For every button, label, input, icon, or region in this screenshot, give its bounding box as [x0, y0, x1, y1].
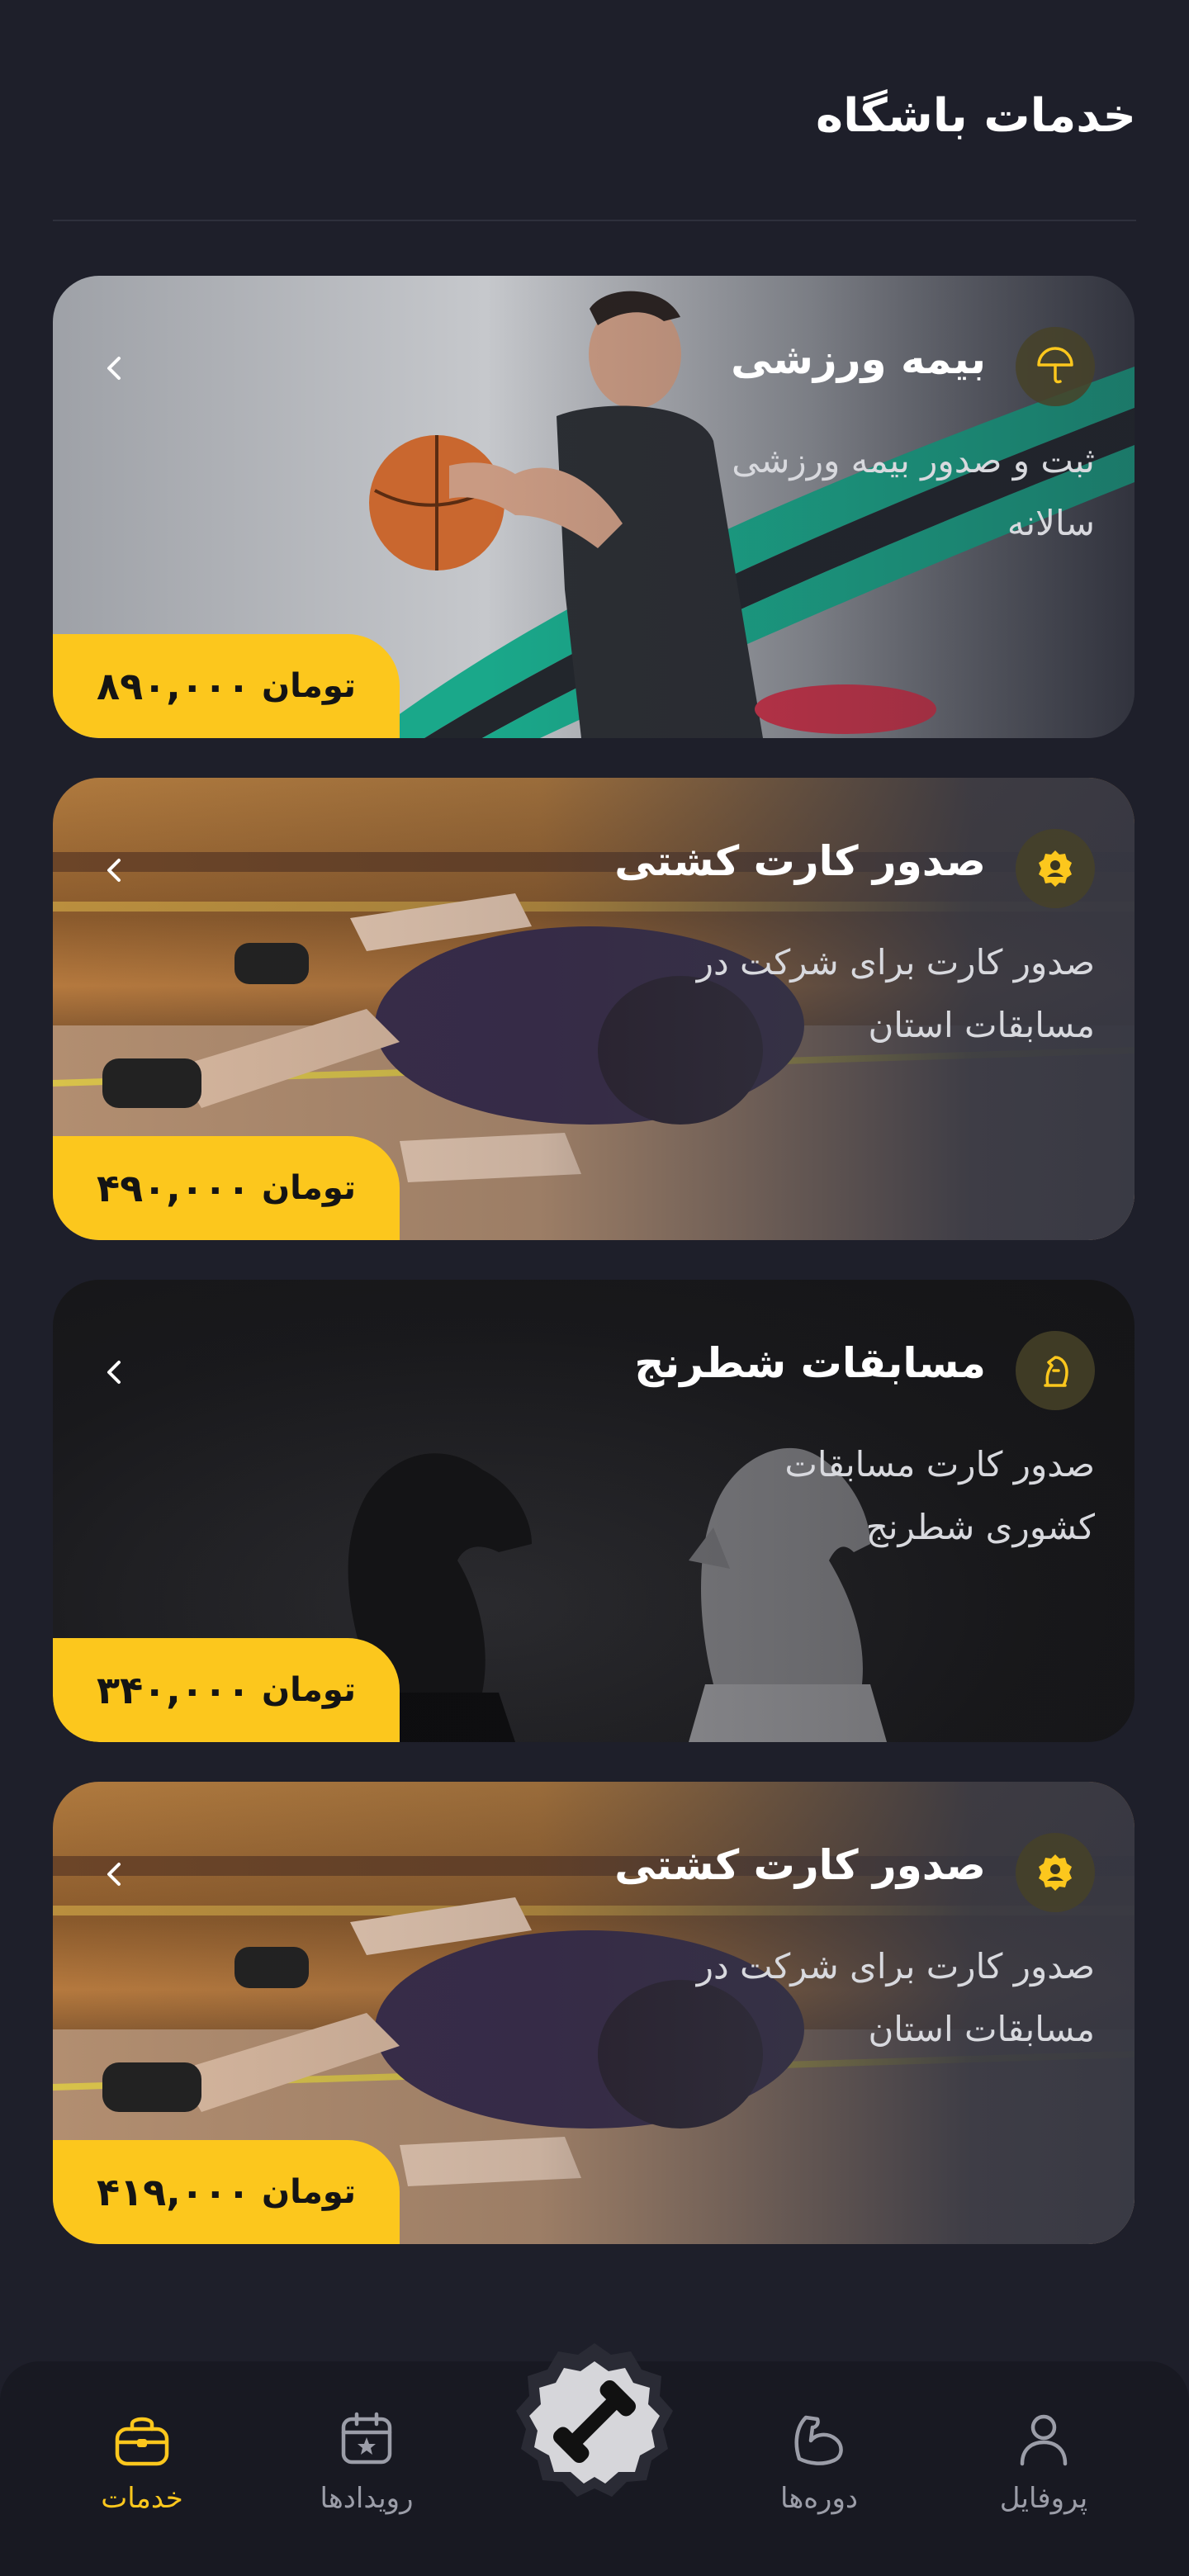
price-value: ۳۴۰,۰۰۰: [97, 1668, 250, 1712]
card-title: صدور کارت کشتی: [614, 1841, 986, 1889]
card-description: صدور کارت برای شرکت در مسابقات استان: [696, 942, 1095, 1045]
page-title: خدمات باشگاه: [816, 89, 1136, 143]
price-currency: تومان: [261, 1671, 356, 1709]
service-card-wrestling-card[interactable]: صدور کارت کشتی صدور کارت برای شرکت در مس…: [53, 778, 1135, 1240]
medal-icon: [1016, 829, 1095, 908]
price-badge: تومان ۸۹۰,۰۰۰: [53, 634, 400, 738]
nav-label: دوره‌ها: [779, 2482, 859, 2515]
umbrella-icon: [1016, 327, 1095, 406]
card-description: صدور کارت مسابقات کشوری شطرنج: [784, 1444, 1095, 1547]
nav-label: پروفایل: [999, 2482, 1088, 2515]
card-title: مسابقات شطرنج: [634, 1339, 986, 1387]
card-description: ثبت و صدور بیمه ورزشی سالانه: [732, 440, 1095, 543]
center-action-button[interactable]: [509, 2337, 680, 2507]
nav-label: رویدادها: [320, 2482, 414, 2515]
calendar-icon: [341, 2412, 392, 2465]
chess-knight-icon: [1016, 1331, 1095, 1410]
nav-item-courses[interactable]: دوره‌ها: [737, 2408, 902, 2515]
muscle-icon: [794, 2415, 843, 2465]
service-card-chess-competition[interactable]: مسابقات شطرنج صدور کارت مسابقات کشوری شط…: [53, 1280, 1135, 1742]
price-badge: تومان ۴۹۰,۰۰۰: [53, 1136, 400, 1240]
service-card-sport-insurance[interactable]: بیمه ورزشی ثبت و صدور بیمه ورزشی سالانه …: [53, 276, 1135, 738]
header: خدمات باشگاه: [53, 0, 1136, 221]
price-badge: تومان ۴۱۹,۰۰۰: [53, 2140, 400, 2244]
chevron-left-icon[interactable]: [92, 1351, 135, 1394]
chevron-left-icon[interactable]: [92, 1853, 135, 1896]
service-card-wrestling-card-2[interactable]: صدور کارت کشتی صدور کارت برای شرکت در مس…: [53, 1782, 1135, 2244]
nav-label: خدمات: [101, 2482, 183, 2515]
nav-item-events[interactable]: رویدادها: [284, 2408, 449, 2515]
price-value: ۸۹۰,۰۰۰: [97, 664, 250, 708]
chevron-left-icon[interactable]: [92, 849, 135, 892]
price-currency: تومان: [261, 1169, 356, 1207]
card-description: صدور کارت برای شرکت در مسابقات استان: [696, 1946, 1095, 2049]
user-icon: [1020, 2414, 1068, 2466]
chevron-left-icon[interactable]: [92, 347, 135, 390]
price-currency: تومان: [261, 667, 356, 705]
price-currency: تومان: [261, 2173, 356, 2211]
medal-icon: [1016, 1833, 1095, 1912]
card-title: صدور کارت کشتی: [614, 837, 986, 885]
bottom-navigation: خدمات رویدادها دوره‌ها پروفایل: [0, 2343, 1189, 2576]
nav-item-profile[interactable]: پروفایل: [961, 2408, 1126, 2515]
price-value: ۴۹۰,۰۰۰: [97, 1166, 250, 1210]
card-title: بیمه ورزشی: [731, 335, 986, 383]
nav-item-services[interactable]: خدمات: [59, 2408, 225, 2515]
bag-icon: [115, 2417, 169, 2466]
price-value: ۴۱۹,۰۰۰: [97, 2170, 250, 2214]
price-badge: تومان ۳۴۰,۰۰۰: [53, 1638, 400, 1742]
